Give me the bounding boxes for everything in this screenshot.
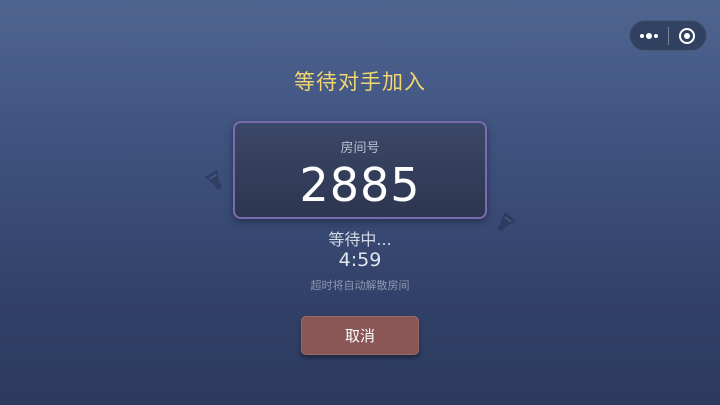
waiting-status: 等待中... <box>328 230 392 249</box>
more-dots-icon <box>640 32 658 39</box>
cancel-button[interactable]: 取消 <box>301 316 419 355</box>
timeout-note: 超时将自动解散房间 <box>310 279 410 292</box>
target-circle-icon <box>679 27 696 44</box>
room-number-card: 房间号 2885 <box>233 121 487 219</box>
shuttlecock-decoration-icon <box>204 169 222 190</box>
room-number-label: 房间号 <box>340 141 380 156</box>
page-title: 等待对手加入 <box>294 70 426 94</box>
more-button[interactable] <box>630 21 668 50</box>
room-number-value: 2885 <box>299 158 421 212</box>
countdown-timer: 4:59 <box>338 249 382 271</box>
mini-program-capsule <box>629 20 707 51</box>
close-button[interactable] <box>669 21 706 50</box>
